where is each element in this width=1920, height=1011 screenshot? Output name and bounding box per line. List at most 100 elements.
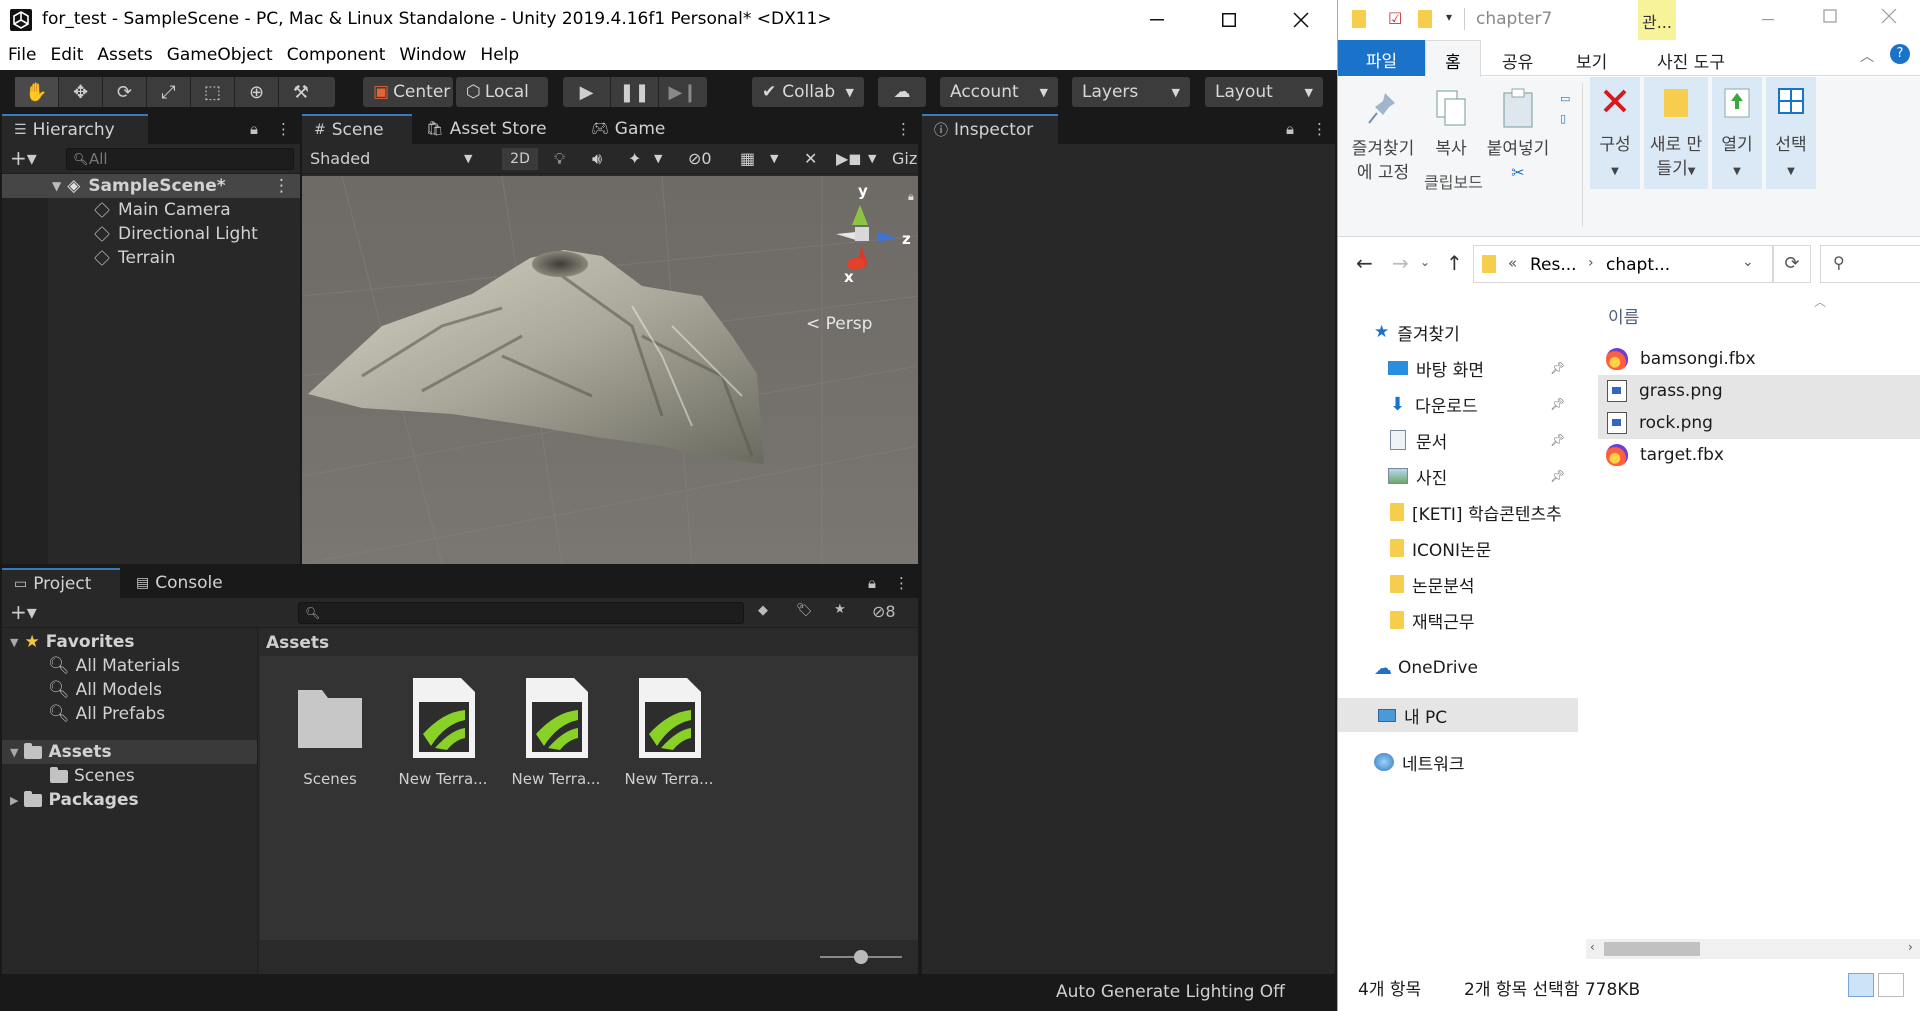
account-dropdown[interactable]: Account ▼ [940, 77, 1058, 107]
audio-icon[interactable]: 🔊︎ [592, 149, 602, 169]
project-search-input[interactable]: 🔍︎ [298, 602, 744, 624]
pivot-local-button[interactable]: ⬡ Local [456, 77, 548, 107]
menu-file[interactable]: File [8, 45, 36, 65]
help-icon[interactable]: ? [1890, 44, 1910, 64]
rect-tool-icon[interactable]: ⬚ [191, 77, 235, 107]
nav-folder-keti[interactable]: [KETI] 학습콘텐츠추 [1338, 495, 1578, 529]
tab-asset-store[interactable]: 🛍︎ Asset Store [414, 114, 559, 144]
layers-dropdown[interactable]: Layers ▼ [1072, 77, 1190, 107]
tab-picture-tools[interactable]: 사진 도구 [1657, 48, 1725, 73]
paste-button[interactable]: 붙여넣기 ✂ [1480, 87, 1556, 185]
nav-folder-remote[interactable]: 재택근무 [1338, 603, 1578, 637]
back-button[interactable]: ← [1356, 251, 1373, 275]
scroll-right-icon[interactable]: › [1908, 940, 1913, 954]
rotate-tool-icon[interactable]: ⟳ [103, 77, 147, 107]
scroll-left-icon[interactable]: ‹ [1590, 940, 1595, 954]
lighting-status[interactable]: Auto Generate Lighting Off [1056, 982, 1285, 1002]
select-button[interactable]: 선택 ▼ [1766, 77, 1816, 189]
search-box[interactable]: ⚲ [1820, 245, 1920, 283]
file-item[interactable]: bamsongi.fbx [1598, 343, 1918, 375]
favorites-item-models[interactable]: 🔍︎ All Models [2, 678, 257, 702]
asset-item-terrain[interactable]: New Terra... [619, 672, 719, 788]
menu-edit[interactable]: Edit [50, 45, 83, 65]
column-header-name[interactable]: 이름 [1608, 303, 1639, 328]
expand-arrow-icon[interactable]: ▼ [10, 746, 18, 759]
tab-project[interactable]: ▭ Project [2, 568, 120, 598]
address-segment[interactable]: chapt... [1606, 255, 1670, 275]
recent-locations-icon[interactable]: ⌄ [1420, 255, 1430, 269]
chevron-down-icon[interactable]: ⌄ [1742, 254, 1754, 270]
nav-desktop[interactable]: 바탕 화면 📌︎ [1338, 351, 1578, 385]
expand-arrow-icon[interactable]: ▼ [52, 179, 61, 193]
tab-console[interactable]: ▤ Console [124, 568, 235, 598]
kebab-menu-icon[interactable]: ⋮ [276, 120, 291, 138]
add-icon[interactable]: +▾ [10, 600, 37, 624]
tab-game[interactable]: 🎮︎ Game [579, 114, 677, 144]
label-icon[interactable]: 🏷︎ [796, 603, 813, 618]
hand-tool-icon[interactable]: ✋ [15, 77, 59, 107]
pause-button[interactable]: ❚❚ [611, 77, 659, 107]
tab-hierarchy[interactable]: ☰ Hierarchy [2, 114, 148, 144]
address-bar[interactable]: « Res... › chapt... ⌄ [1473, 245, 1773, 283]
hierarchy-item-directional-light[interactable]: Directional Light [2, 222, 300, 246]
custom-tool-icon[interactable]: ⚒ [279, 77, 323, 107]
scene-row[interactable]: ▼ ◈ SampleScene* ⋮ [2, 174, 300, 198]
2d-toggle[interactable]: 2D [502, 147, 538, 170]
asset-item-scenes[interactable]: Scenes [280, 672, 380, 788]
file-item[interactable]: grass.png [1598, 375, 1920, 407]
pin-to-quick-access-button[interactable]: 즐겨찾기에 고정 [1346, 87, 1420, 185]
tools-icon[interactable]: ✕ [804, 149, 817, 168]
menu-window[interactable]: Window [399, 45, 466, 65]
menu-help[interactable]: Help [480, 45, 519, 65]
projection-toggle[interactable]: < Persp [806, 314, 872, 334]
kebab-menu-icon[interactable]: ⋮ [894, 574, 909, 592]
up-button[interactable]: ↑ [1446, 251, 1463, 275]
favorites-row[interactable]: ▼ ★ Favorites [2, 630, 257, 654]
cut-icon[interactable]: ✂ [1480, 161, 1556, 185]
copy-button[interactable]: 복사 [1426, 87, 1476, 161]
address-segment[interactable]: Res... [1530, 255, 1577, 275]
pin-icon[interactable]: 📌︎ [1550, 469, 1565, 483]
assets-item-scenes[interactable]: Scenes [2, 764, 257, 788]
file-item[interactable]: target.fbx [1598, 439, 1918, 471]
organize-button[interactable]: 구성 ▼ [1590, 77, 1640, 189]
tab-scene[interactable]: # Scene [302, 114, 412, 144]
chevron-down-icon[interactable]: ▾ [1446, 10, 1452, 24]
kebab-menu-icon[interactable]: ⋮ [1312, 120, 1327, 138]
pin-icon[interactable]: 📌︎ [1550, 397, 1565, 411]
forward-button[interactable]: → [1392, 251, 1409, 275]
nav-this-pc[interactable]: 내 PC [1338, 698, 1578, 732]
menu-gameobject[interactable]: GameObject [167, 45, 273, 65]
horizontal-scrollbar[interactable]: ‹ › [1586, 939, 1920, 959]
close-button[interactable] [1858, 4, 1918, 36]
star-icon[interactable]: ★ [834, 602, 846, 617]
collapse-ribbon-icon[interactable]: ︿ [1860, 46, 1874, 66]
new-button[interactable]: 새로 만들기▼ [1644, 77, 1708, 189]
shading-dropdown[interactable]: Shaded [310, 149, 370, 168]
open-button[interactable]: 열기 ▼ [1712, 77, 1762, 189]
minimize-button[interactable] [1121, 0, 1193, 40]
hierarchy-item-terrain[interactable]: Terrain [2, 246, 300, 270]
nav-documents[interactable]: 문서 📌︎ [1338, 423, 1578, 457]
tab-share[interactable]: 공유 [1502, 48, 1533, 73]
nav-downloads[interactable]: ⬇ 다운로드 📌︎ [1338, 387, 1578, 421]
play-button[interactable]: ▶ [563, 77, 611, 107]
tab-file[interactable]: 파일 [1338, 40, 1425, 76]
nav-quick-access[interactable]: ★ 즐겨찾기 [1338, 315, 1578, 349]
maximize-button[interactable] [1193, 0, 1265, 40]
menu-component[interactable]: Component [287, 45, 386, 65]
nav-folder-iconi[interactable]: ICONI논문 [1338, 531, 1578, 565]
move-tool-icon[interactable]: ✥ [59, 77, 103, 107]
assets-row[interactable]: ▼ Assets [2, 740, 257, 764]
new-folder-icon[interactable] [1418, 10, 1432, 28]
refresh-button[interactable]: ⟳ [1773, 245, 1811, 283]
menu-assets[interactable]: Assets [97, 45, 152, 65]
pin-icon[interactable]: 📌︎ [1550, 433, 1565, 447]
kebab-menu-icon[interactable]: ⋮ [896, 120, 911, 138]
zoom-slider-handle[interactable] [854, 950, 868, 964]
asset-item-terrain[interactable]: New Terra... [506, 672, 606, 788]
maximize-button[interactable] [1800, 4, 1860, 36]
nav-network[interactable]: 네트워크 [1338, 745, 1578, 779]
scene-gizmo[interactable]: y z x 🔒︎ [822, 176, 918, 316]
large-icons-view-icon[interactable] [1878, 973, 1904, 997]
